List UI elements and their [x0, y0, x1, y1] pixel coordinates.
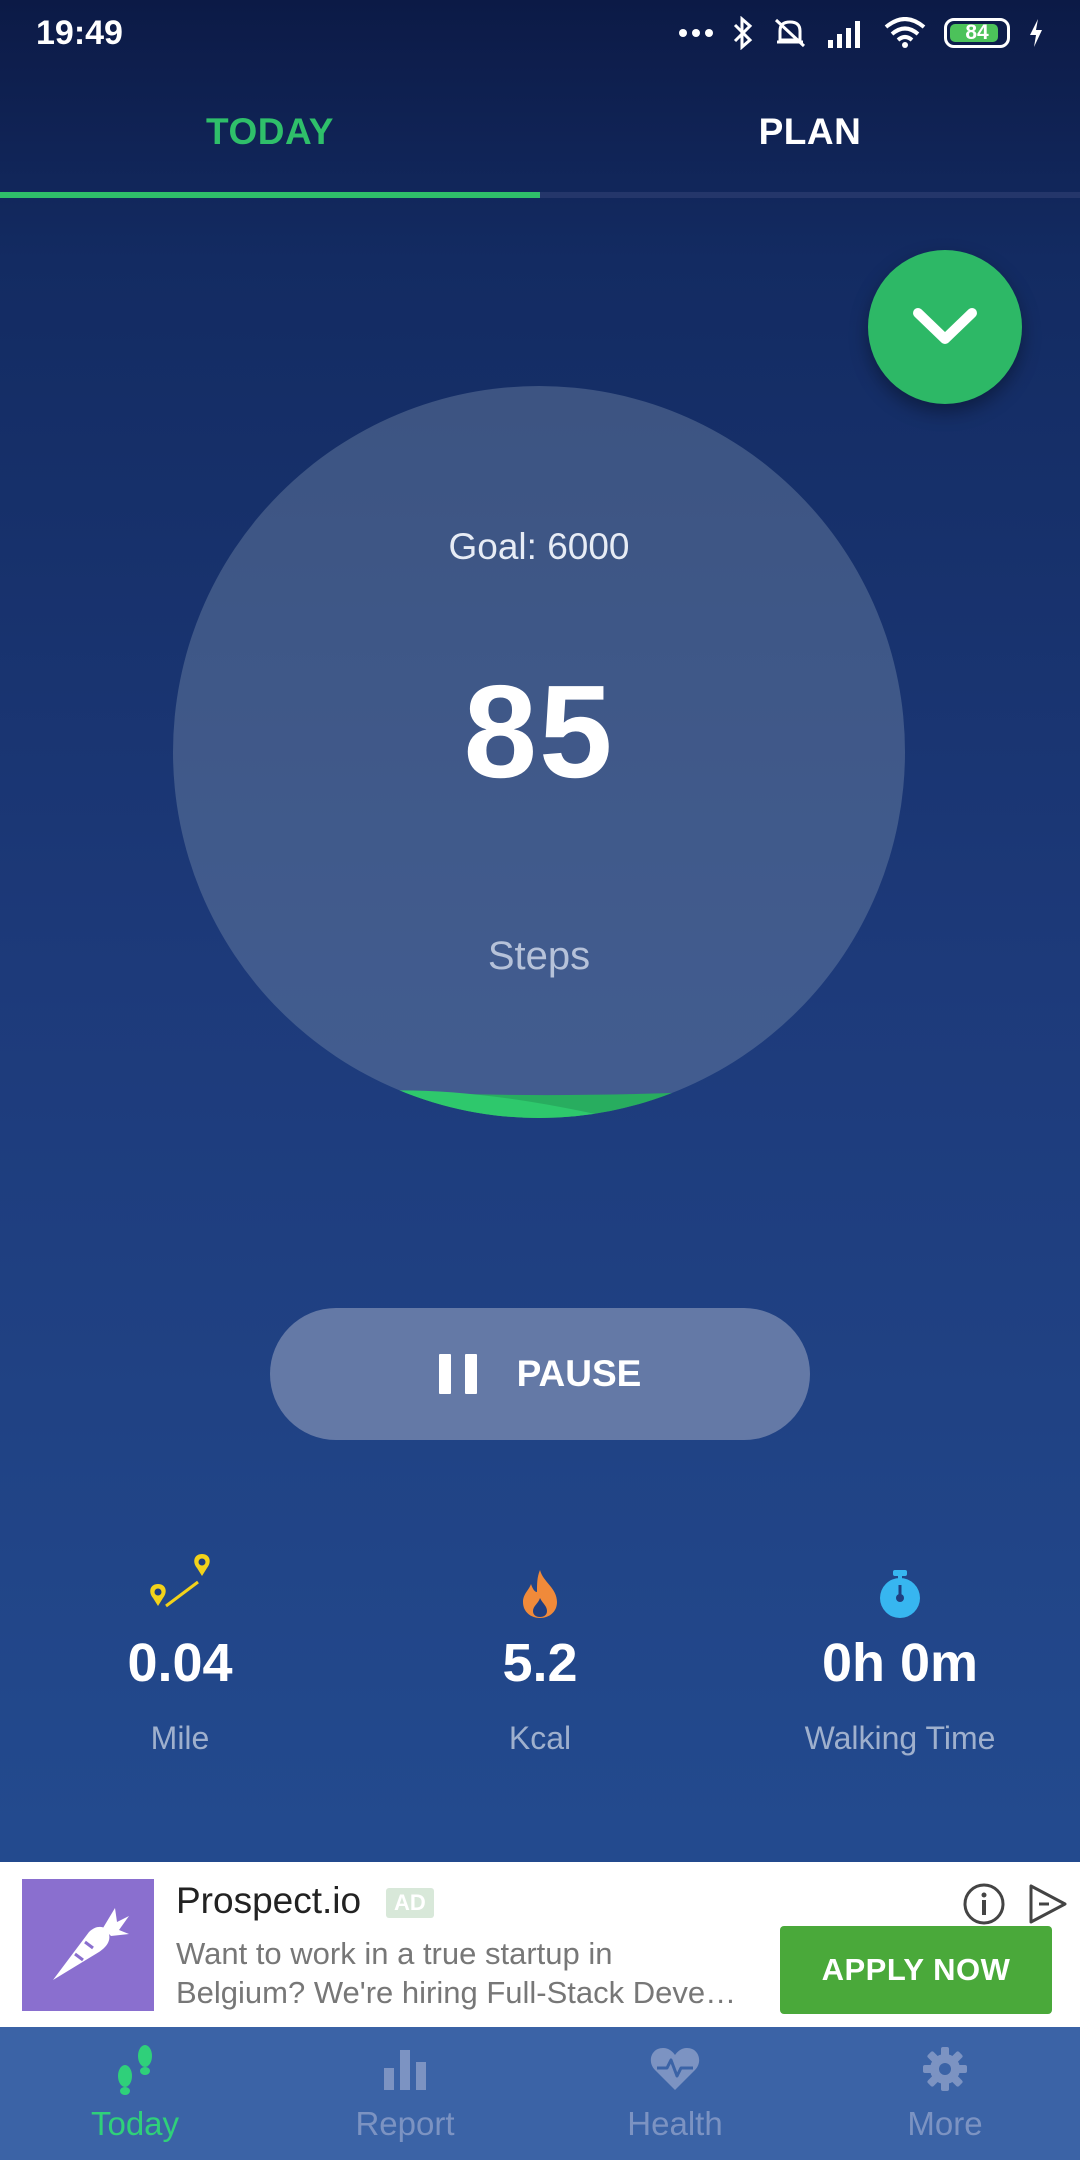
tab-bar: TODAY PLAN	[0, 66, 1080, 198]
chevron-down-icon	[913, 308, 977, 344]
tab-plan[interactable]: PLAN	[540, 66, 1080, 198]
step-progress-circle: Goal: 6000 85 Steps	[173, 386, 905, 1118]
info-icon[interactable]	[962, 1882, 1006, 1926]
ad-body: Want to work in a true startup in Belgiu…	[176, 1934, 766, 2012]
pause-label: PAUSE	[516, 1353, 642, 1394]
goal-text: Goal: 6000	[448, 526, 630, 567]
ad-body-line-1: Want to work in a true startup in	[176, 1936, 613, 1971]
tab-indicator	[0, 192, 540, 198]
stat-distance: 0.04 Mile	[0, 1540, 360, 1780]
status-time: 19:49	[36, 13, 123, 52]
apply-now-button[interactable]: APPLY NOW	[780, 1926, 1052, 2014]
wifi-icon	[884, 17, 926, 48]
pause-button[interactable]: PAUSE	[270, 1308, 810, 1440]
heart-pulse-icon	[650, 2048, 700, 2090]
stat-distance-label: Mile	[150, 1720, 210, 1756]
ad-title: Prospect.io	[176, 1880, 362, 1921]
battery-icon: 84	[944, 18, 1010, 48]
stat-walking-time: 0h 0m Walking Time	[720, 1540, 1080, 1780]
nav-item-today[interactable]: Today	[0, 2027, 270, 2160]
stat-walking-time-label: Walking Time	[804, 1720, 996, 1756]
footsteps-icon	[118, 2045, 152, 2095]
ad-logo	[22, 1879, 154, 2011]
steps-label: Steps	[487, 934, 591, 978]
ad-body-line-2: Belgium? We're hiring Full-Stack Deve…	[176, 1975, 737, 2010]
ad-banner[interactable]: Prospect.io AD Want to work in a true st…	[0, 1862, 1080, 2027]
more-dots-icon	[679, 29, 713, 37]
gear-icon	[923, 2047, 967, 2091]
steps-count: 85	[463, 658, 615, 805]
stat-walking-time-value: 0h 0m	[821, 1633, 979, 1693]
stat-calories-label: Kcal	[508, 1720, 572, 1756]
stopwatch-icon	[880, 1570, 920, 1618]
status-icons: 84	[678, 16, 1044, 50]
pause-icon	[438, 1354, 477, 1394]
charging-icon	[1030, 19, 1042, 47]
bar-chart-icon	[384, 2050, 426, 2090]
nav-label-more: More	[907, 2105, 983, 2142]
nav-label-report: Report	[355, 2105, 455, 2142]
flame-icon	[523, 1570, 557, 1618]
collapse-button[interactable]	[868, 250, 1022, 404]
ad-choices-icon[interactable]	[1025, 1882, 1069, 1926]
distance-pins-icon	[150, 1554, 210, 1608]
signal-icon	[828, 21, 860, 48]
bottom-nav: Today Report Health More	[0, 2027, 1080, 2160]
nav-item-report[interactable]: Report	[270, 2027, 540, 2160]
nav-label-health: Health	[627, 2105, 723, 2142]
carrot-icon	[53, 1908, 129, 1980]
nav-item-more[interactable]: More	[810, 2027, 1080, 2160]
status-bar: 19:49 84	[0, 0, 1080, 66]
stats-row: 0.04 Mile 5.2 Kcal 0h 0m Walking Time	[0, 1540, 1080, 1780]
nav-label-today: Today	[90, 2105, 180, 2142]
bluetooth-icon	[733, 16, 753, 50]
ad-badge: AD	[386, 1888, 434, 1918]
mute-icon	[774, 18, 806, 48]
stat-distance-value: 0.04	[127, 1633, 233, 1693]
stat-calories-value: 5.2	[502, 1633, 578, 1693]
tab-today[interactable]: TODAY	[0, 66, 540, 198]
battery-level: 84	[965, 21, 989, 44]
nav-item-health[interactable]: Health	[540, 2027, 810, 2160]
stat-calories: 5.2 Kcal	[360, 1540, 720, 1780]
